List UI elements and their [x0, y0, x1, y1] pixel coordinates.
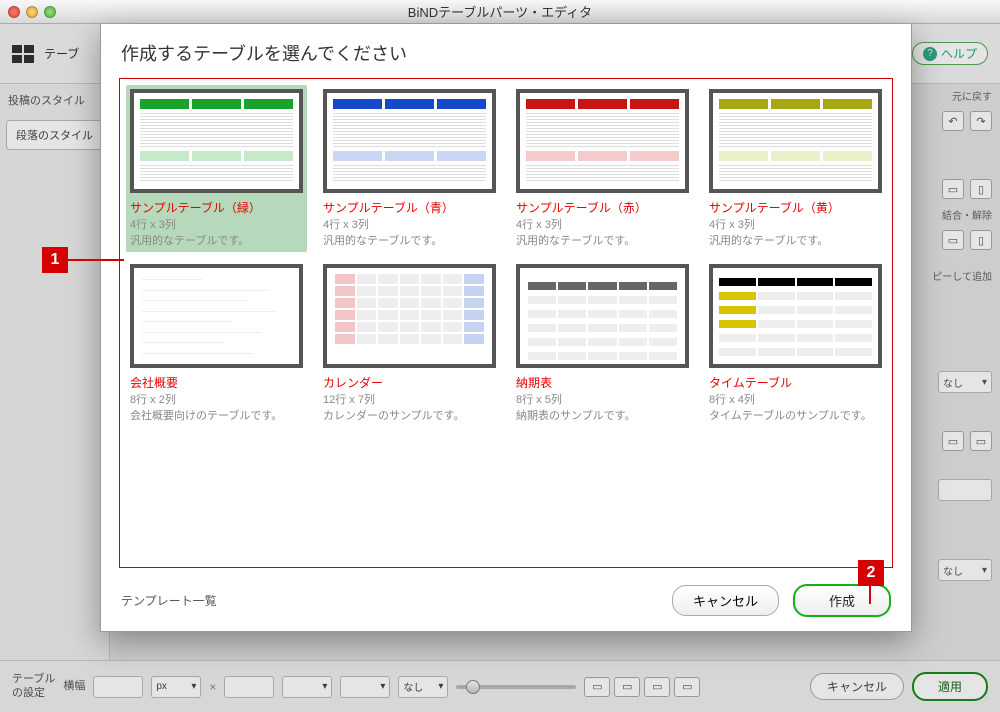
width-label: 横幅: [63, 680, 85, 693]
callout-1-line: [68, 259, 124, 261]
callout-2: 2: [858, 560, 884, 586]
split-button[interactable]: ▯: [970, 230, 992, 250]
undo-label: 元に戻す: [952, 88, 992, 103]
template-desc: 汎用的なテーブルです。: [709, 232, 882, 248]
template-title: タイムテーブル: [709, 374, 882, 391]
chevron-down-icon: ▾: [438, 681, 443, 692]
height-input[interactable]: [224, 676, 274, 698]
select-none[interactable]: なし▾: [398, 676, 448, 698]
template-blue[interactable]: サンプルテーブル（青） 4行 x 3列 汎用的なテーブルです。: [319, 85, 500, 252]
template-thumb: [709, 264, 882, 368]
template-dim: 4行 x 3列: [709, 216, 882, 232]
insert-row-button[interactable]: ▭: [942, 179, 964, 199]
right-input[interactable]: [938, 479, 992, 501]
template-modal: 作成するテーブルを選んでください サンプルテーブル（緑） 4行 x 3列 汎用的…: [100, 24, 912, 632]
template-thumb: [323, 264, 496, 368]
template-desc: 会社概要向けのテーブルです。: [130, 407, 303, 423]
template-thumb: [323, 89, 496, 193]
cancel-button[interactable]: キャンセル: [672, 585, 779, 616]
right-select-1[interactable]: なし▾: [938, 371, 992, 393]
table-settings-label: テーブル の設定: [12, 673, 55, 699]
merge-button[interactable]: ▭: [942, 230, 964, 250]
modal-footer: テンプレート一覧 キャンセル 作成: [101, 574, 911, 631]
template-title: カレンダー: [323, 374, 496, 391]
template-title: サンプルテーブル（黄）: [709, 199, 882, 216]
left-panel-header: 投稿のスタイル: [0, 84, 109, 116]
modal-title: 作成するテーブルを選んでください: [101, 24, 911, 78]
template-title: 納期表: [516, 374, 689, 391]
chevron-down-icon: ▾: [982, 377, 987, 388]
template-dim: 12行 x 7列: [323, 391, 496, 407]
align-just-button[interactable]: ▭: [674, 677, 700, 697]
template-thumb: [130, 264, 303, 368]
callout-1: 1: [42, 247, 68, 273]
template-desc: カレンダーのサンプルです。: [323, 407, 496, 423]
template-dim: 4行 x 3列: [323, 216, 496, 232]
chevron-down-icon: ▾: [322, 681, 327, 692]
table-icon: [12, 45, 36, 63]
template-list-label: テンプレート一覧: [121, 592, 217, 609]
template-thumb: [516, 89, 689, 193]
align-right-button[interactable]: ▭: [644, 677, 670, 697]
chevron-down-icon: ▾: [191, 681, 196, 692]
align-left-button[interactable]: ▭: [584, 677, 610, 697]
paragraph-style-button[interactable]: 段落のスタイル: [6, 120, 103, 150]
template-list: サンプルテーブル（緑） 4行 x 3列 汎用的なテーブルです。 サンプルテーブル…: [119, 78, 893, 568]
callout-2-line: [869, 586, 871, 604]
main-cancel-button[interactable]: キャンセル: [810, 673, 904, 700]
template-thumb: [709, 89, 882, 193]
align-center-button[interactable]: ▭: [614, 677, 640, 697]
apply-button[interactable]: 適用: [912, 672, 988, 701]
titlebar: BiNDテーブルパーツ・エディタ: [0, 0, 1000, 24]
window-title: BiNDテーブルパーツ・エディタ: [0, 2, 1000, 21]
template-company[interactable]: 会社概要 8行 x 2列 会社概要向けのテーブルです。: [126, 260, 307, 427]
template-title: サンプルテーブル（青）: [323, 199, 496, 216]
chevron-down-icon: ▾: [982, 565, 987, 576]
undo-button[interactable]: ↶: [942, 111, 964, 131]
template-title: サンプルテーブル（赤）: [516, 199, 689, 216]
template-desc: 汎用的なテーブルです。: [323, 232, 496, 248]
template-green[interactable]: サンプルテーブル（緑） 4行 x 3列 汎用的なテーブルです。: [126, 85, 307, 252]
template-title: 会社概要: [130, 374, 303, 391]
create-button[interactable]: 作成: [793, 584, 891, 617]
insert-col-button[interactable]: ▯: [970, 179, 992, 199]
template-dim: 4行 x 3列: [516, 216, 689, 232]
unit-select[interactable]: px▾: [151, 676, 201, 698]
template-dim: 8行 x 2列: [130, 391, 303, 407]
help-button[interactable]: ? ヘルプ: [912, 42, 988, 65]
select-3[interactable]: ▾: [340, 676, 390, 698]
merge-label: 結合・解除: [942, 207, 992, 222]
width-input[interactable]: [93, 676, 143, 698]
template-dim: 8行 x 4列: [709, 391, 882, 407]
template-desc: 汎用的なテーブルです。: [130, 232, 303, 248]
redo-button[interactable]: ↷: [970, 111, 992, 131]
help-icon: ?: [923, 47, 937, 61]
zoom-slider[interactable]: [456, 685, 576, 689]
template-thumb: [516, 264, 689, 368]
template-desc: タイムテーブルのサンプルです。: [709, 407, 882, 423]
left-panel: 投稿のスタイル 段落のスタイル: [0, 84, 110, 660]
template-timetable[interactable]: タイムテーブル 8行 x 4列 タイムテーブルのサンプルです。: [705, 260, 886, 427]
template-yellow[interactable]: サンプルテーブル（黄） 4行 x 3列 汎用的なテーブルです。: [705, 85, 886, 252]
template-dim: 4行 x 3列: [130, 216, 303, 232]
chevron-down-icon: ▾: [380, 681, 385, 692]
bottom-bar: テーブル の設定 横幅 px▾ × ▾ ▾ なし▾ ▭ ▭ ▭ ▭ キャンセル …: [0, 660, 1000, 712]
slider-thumb[interactable]: [466, 680, 480, 694]
help-label: ヘルプ: [941, 45, 977, 62]
align-b[interactable]: ▭: [970, 431, 992, 451]
template-thumb: [130, 89, 303, 193]
template-delivery[interactable]: 納期表 8行 x 5列 納期表のサンプルです。: [512, 260, 693, 427]
template-dim: 8行 x 5列: [516, 391, 689, 407]
template-red[interactable]: サンプルテーブル（赤） 4行 x 3列 汎用的なテーブルです。: [512, 85, 693, 252]
select-2[interactable]: ▾: [282, 676, 332, 698]
table-label: テーブ: [44, 45, 79, 62]
align-a[interactable]: ▭: [942, 431, 964, 451]
copy-add-label: ピーして追加: [932, 268, 992, 283]
template-calendar[interactable]: カレンダー 12行 x 7列 カレンダーのサンプルです。: [319, 260, 500, 427]
right-panel: 元に戻す ↶ ↷ ▭ ▯ 結合・解除 ▭ ▯ ピーして追加 なし▾ ▭ ▭: [910, 84, 1000, 660]
right-select-2[interactable]: なし▾: [938, 559, 992, 581]
template-desc: 汎用的なテーブルです。: [516, 232, 689, 248]
template-title: サンプルテーブル（緑）: [130, 199, 303, 216]
template-desc: 納期表のサンプルです。: [516, 407, 689, 423]
